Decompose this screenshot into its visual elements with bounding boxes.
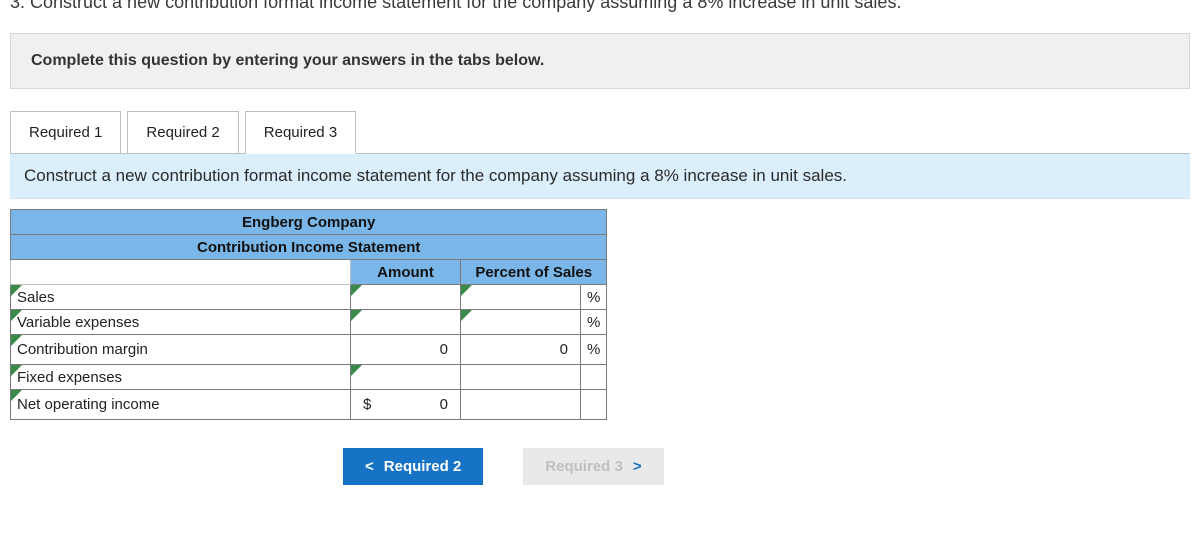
row-label: Sales [17,289,55,306]
next-button[interactable]: Required 3 > [523,448,663,485]
table-title-company: Engberg Company [11,210,607,235]
edit-marker-icon [11,365,22,376]
edit-marker-icon [461,310,472,321]
chevron-left-icon: < [365,458,374,475]
amount-value [357,313,454,331]
edit-marker-icon [351,285,362,296]
row-label-cell[interactable]: Fixed expenses [11,365,351,390]
percent-cell-disabled [461,365,581,390]
table-row: Contribution margin 0 0 % [11,335,607,365]
row-label: Fixed expenses [17,369,122,386]
col-header-percent: Percent of Sales [461,260,607,285]
edit-marker-icon [461,285,472,296]
table-row: Fixed expenses [11,365,607,390]
nav-row: < Required 2 Required 3 > [343,448,1190,485]
row-label: Variable expenses [17,314,139,331]
amount-value [357,368,454,386]
percent-value: 0 [467,338,574,361]
tab-panel: Construct a new contribution format inco… [10,153,1190,485]
percent-value [467,313,574,331]
edit-marker-icon [11,390,22,401]
tab-prompt: Construct a new contribution format inco… [10,154,1190,199]
col-header-amount: Amount [351,260,461,285]
amount-cell: $ 0 [351,390,461,420]
percent-unit: % [581,310,607,335]
row-label: Contribution margin [17,341,148,358]
row-label-cell[interactable]: Net operating income [11,390,351,420]
percent-cell[interactable] [461,285,581,310]
edit-marker-icon [11,335,22,346]
edit-marker-icon [11,285,22,296]
currency-symbol: $ [363,396,371,413]
amount-cell[interactable] [351,310,461,335]
tab-required-1[interactable]: Required 1 [10,111,121,154]
percent-unit-empty [581,365,607,390]
tab-required-2[interactable]: Required 2 [127,111,238,154]
instruction-bar: Complete this question by entering your … [10,33,1190,89]
tabs-row: Required 1 Required 2 Required 3 [10,111,1190,154]
edit-marker-icon [351,310,362,321]
prev-label: Required 2 [384,458,462,475]
table-row: Net operating income $ 0 [11,390,607,420]
amount-cell[interactable] [351,365,461,390]
row-label-cell[interactable]: Variable expenses [11,310,351,335]
amount-value: 0 [357,338,454,361]
percent-unit: % [581,285,607,310]
amount-cell: 0 [351,335,461,365]
amount-cell[interactable] [351,285,461,310]
percent-cell[interactable] [461,310,581,335]
table-row: Sales % [11,285,607,310]
row-label: Net operating income [17,396,160,413]
percent-cell-disabled [461,390,581,420]
table-row: Variable expenses % [11,310,607,335]
tab-required-3[interactable]: Required 3 [245,111,356,154]
table-title-statement: Contribution Income Statement [11,235,607,260]
blank-corner [11,260,351,285]
edit-marker-icon [351,365,362,376]
question-text-partial: 3. Construct a new contribution format i… [10,0,1190,13]
amount-value: 0 [440,396,448,413]
prev-button[interactable]: < Required 2 [343,448,483,485]
chevron-right-icon: > [633,458,642,475]
percent-value [467,288,574,306]
income-statement-table: Engberg Company Contribution Income Stat… [10,209,607,420]
row-label-cell[interactable]: Sales [11,285,351,310]
percent-cell: 0 [461,335,581,365]
row-label-cell[interactable]: Contribution margin [11,335,351,365]
next-label: Required 3 [545,458,623,475]
edit-marker-icon [11,310,22,321]
amount-value [357,288,454,306]
percent-unit-empty [581,390,607,420]
percent-unit: % [581,335,607,365]
